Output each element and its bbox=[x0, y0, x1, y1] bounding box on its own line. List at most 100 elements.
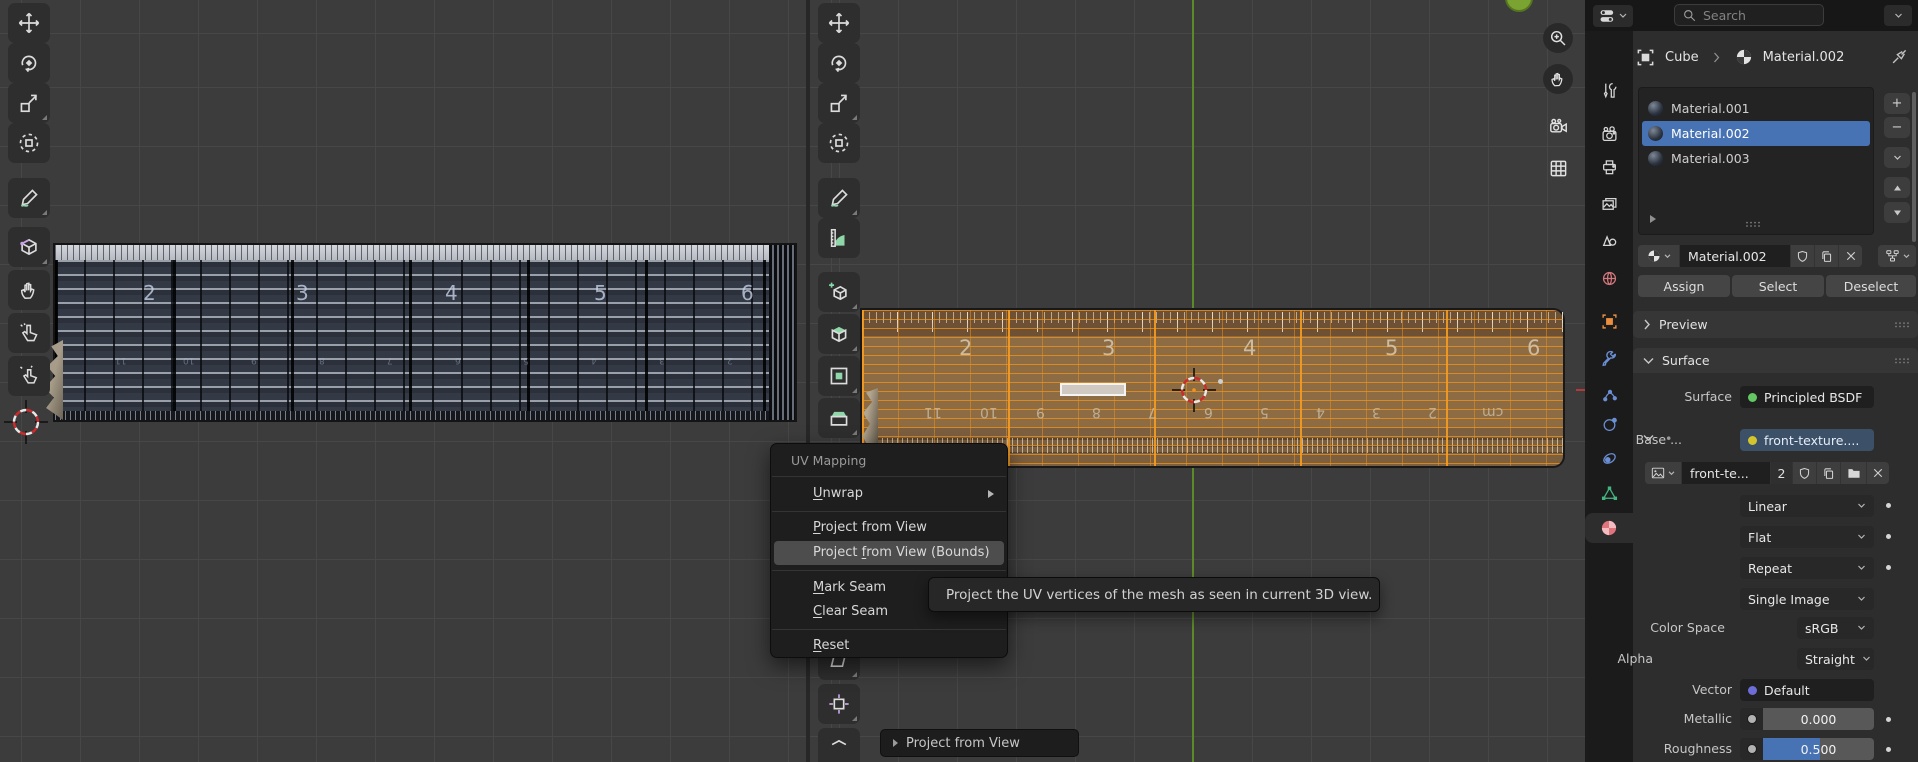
breadcrumb-material[interactable]: Material.002 bbox=[1763, 50, 1845, 65]
new-image-button[interactable] bbox=[1816, 462, 1840, 484]
drag-grip-icon[interactable] bbox=[1894, 321, 1910, 328]
projection-dropdown[interactable]: Flat bbox=[1740, 526, 1874, 548]
cube-tool[interactable] bbox=[8, 227, 50, 267]
drag-grip-icon[interactable] bbox=[1894, 357, 1910, 364]
keyframe-dot[interactable] bbox=[1886, 747, 1891, 752]
tab-tool[interactable] bbox=[1585, 75, 1633, 105]
transform-tool[interactable] bbox=[8, 123, 50, 163]
keyframe-dot[interactable] bbox=[1886, 565, 1891, 570]
tab-render[interactable] bbox=[1585, 119, 1633, 149]
nav-gizmo-axis[interactable] bbox=[1505, 0, 1533, 12]
operator-panel[interactable]: Project from View bbox=[880, 729, 1079, 757]
measure-tool[interactable] bbox=[818, 218, 860, 258]
left-3d-viewport[interactable]: 2 3 4 5 6 11 10 9 8 7 6 5 4 3 2 bbox=[0, 0, 806, 762]
annotate-tool[interactable] bbox=[818, 178, 860, 218]
unlink-image-button[interactable] bbox=[1866, 462, 1889, 484]
assign-button[interactable]: Assign bbox=[1638, 275, 1730, 297]
material-specials-button[interactable] bbox=[1884, 147, 1910, 168]
image-users-count[interactable]: 2 bbox=[1770, 462, 1792, 484]
pinch-tool[interactable] bbox=[8, 356, 50, 396]
socket-toggle[interactable] bbox=[1740, 708, 1763, 730]
socket-toggle[interactable] bbox=[1740, 738, 1763, 760]
open-image-button[interactable] bbox=[1840, 462, 1866, 484]
use-nodes-button[interactable] bbox=[1878, 245, 1916, 267]
inset-tool[interactable] bbox=[818, 356, 860, 396]
keyframe-dot[interactable] bbox=[1886, 717, 1891, 722]
fake-user-button[interactable] bbox=[1790, 245, 1814, 267]
grab-tool[interactable] bbox=[8, 270, 50, 310]
alpha-dropdown[interactable]: Straight bbox=[1797, 648, 1874, 670]
bevel-tool[interactable] bbox=[818, 398, 860, 438]
material-name-field[interactable]: Material.002 bbox=[1680, 245, 1790, 267]
add-cube-tool[interactable] bbox=[818, 272, 860, 312]
zoom-icon[interactable] bbox=[1543, 23, 1573, 53]
move-slot-down-button[interactable] bbox=[1884, 202, 1910, 223]
search-box[interactable] bbox=[1674, 4, 1824, 26]
panel-options-button[interactable] bbox=[1884, 5, 1912, 26]
extrude-tool[interactable] bbox=[818, 314, 860, 354]
tab-object[interactable] bbox=[1585, 306, 1633, 336]
rotate-tool[interactable] bbox=[8, 43, 50, 83]
list-filter-expander[interactable] bbox=[1650, 215, 1656, 223]
image-name-field[interactable]: front-te... bbox=[1682, 462, 1770, 484]
remove-material-slot-button[interactable]: − bbox=[1884, 117, 1910, 138]
keyframe-dot[interactable] bbox=[1886, 534, 1891, 539]
rip-tool[interactable] bbox=[818, 684, 860, 724]
rotate-tool[interactable] bbox=[818, 43, 860, 83]
menu-item-project-from-view-bounds[interactable]: Project from View (Bounds) bbox=[774, 541, 1004, 565]
tab-modifiers[interactable] bbox=[1585, 343, 1633, 373]
tab-scene[interactable] bbox=[1585, 224, 1633, 254]
move-tool[interactable] bbox=[818, 3, 860, 43]
fake-user-button[interactable] bbox=[1792, 462, 1816, 484]
edge-slide-tool[interactable] bbox=[818, 728, 860, 762]
keyframe-dot[interactable] bbox=[1886, 503, 1891, 508]
grid-icon[interactable] bbox=[1543, 153, 1573, 183]
transform-tool[interactable] bbox=[818, 123, 860, 163]
annotate-tool[interactable] bbox=[8, 178, 50, 218]
move-tool[interactable] bbox=[8, 3, 50, 43]
source-dropdown[interactable]: Single Image bbox=[1740, 588, 1874, 610]
editor-type-button[interactable] bbox=[1593, 5, 1633, 27]
material-slot-0[interactable]: Material.001 bbox=[1642, 96, 1870, 121]
surface-shader-button[interactable]: Principled BSDF bbox=[1740, 386, 1874, 408]
new-material-button[interactable] bbox=[1814, 245, 1838, 267]
material-slot-1[interactable]: Material.002 bbox=[1642, 121, 1870, 146]
preview-panel-header[interactable]: Preview bbox=[1633, 311, 1918, 338]
tab-particles[interactable] bbox=[1585, 379, 1633, 409]
panel-scrollbar[interactable] bbox=[1912, 92, 1916, 242]
interpolation-dropdown[interactable]: Linear bbox=[1740, 495, 1874, 517]
browse-image-button[interactable] bbox=[1645, 462, 1682, 484]
tab-object-data[interactable] bbox=[1585, 478, 1633, 508]
tab-view-layer[interactable] bbox=[1585, 189, 1633, 219]
pin-icon[interactable] bbox=[1891, 48, 1908, 65]
menu-item-unwrap[interactable]: Unwrap bbox=[774, 482, 1004, 506]
scale-tool[interactable] bbox=[8, 83, 50, 123]
uv-ruler-mesh[interactable]: 2 3 4 5 6 11 10 9 8 7 6 5 4 3 2 bbox=[55, 245, 795, 420]
add-material-slot-button[interactable]: + bbox=[1884, 93, 1910, 114]
material-slot-2[interactable]: Material.003 bbox=[1642, 146, 1870, 171]
menu-item-project-from-view[interactable]: Project from View bbox=[774, 516, 1004, 540]
base-color-texture-button[interactable]: front-texture.... bbox=[1740, 429, 1874, 451]
surface-panel-header[interactable]: Surface bbox=[1633, 348, 1918, 373]
tab-material[interactable] bbox=[1585, 513, 1633, 543]
browse-material-button[interactable] bbox=[1638, 245, 1680, 267]
unlink-material-button[interactable] bbox=[1838, 245, 1862, 267]
vector-button[interactable]: Default bbox=[1740, 679, 1874, 701]
scale-tool[interactable] bbox=[818, 83, 860, 123]
roughness-slider[interactable]: 0.500 bbox=[1740, 738, 1874, 760]
resize-grip-icon[interactable] bbox=[1745, 221, 1761, 228]
tweak-tool[interactable] bbox=[8, 313, 50, 353]
camera-icon[interactable] bbox=[1543, 111, 1573, 141]
color-space-dropdown[interactable]: sRGB bbox=[1797, 617, 1874, 639]
move-slot-up-button[interactable] bbox=[1884, 177, 1910, 198]
tab-world[interactable] bbox=[1585, 263, 1633, 293]
extension-dropdown[interactable]: Repeat bbox=[1740, 557, 1874, 579]
search-input[interactable] bbox=[1703, 8, 1803, 23]
deselect-button[interactable]: Deselect bbox=[1826, 275, 1916, 297]
tab-constraints[interactable] bbox=[1585, 443, 1633, 473]
metallic-slider[interactable]: 0.000 bbox=[1740, 708, 1874, 730]
select-button[interactable]: Select bbox=[1732, 275, 1824, 297]
tab-output[interactable] bbox=[1585, 152, 1633, 182]
breadcrumb-object[interactable]: Cube bbox=[1665, 50, 1699, 65]
pan-hand-icon[interactable] bbox=[1543, 64, 1573, 94]
